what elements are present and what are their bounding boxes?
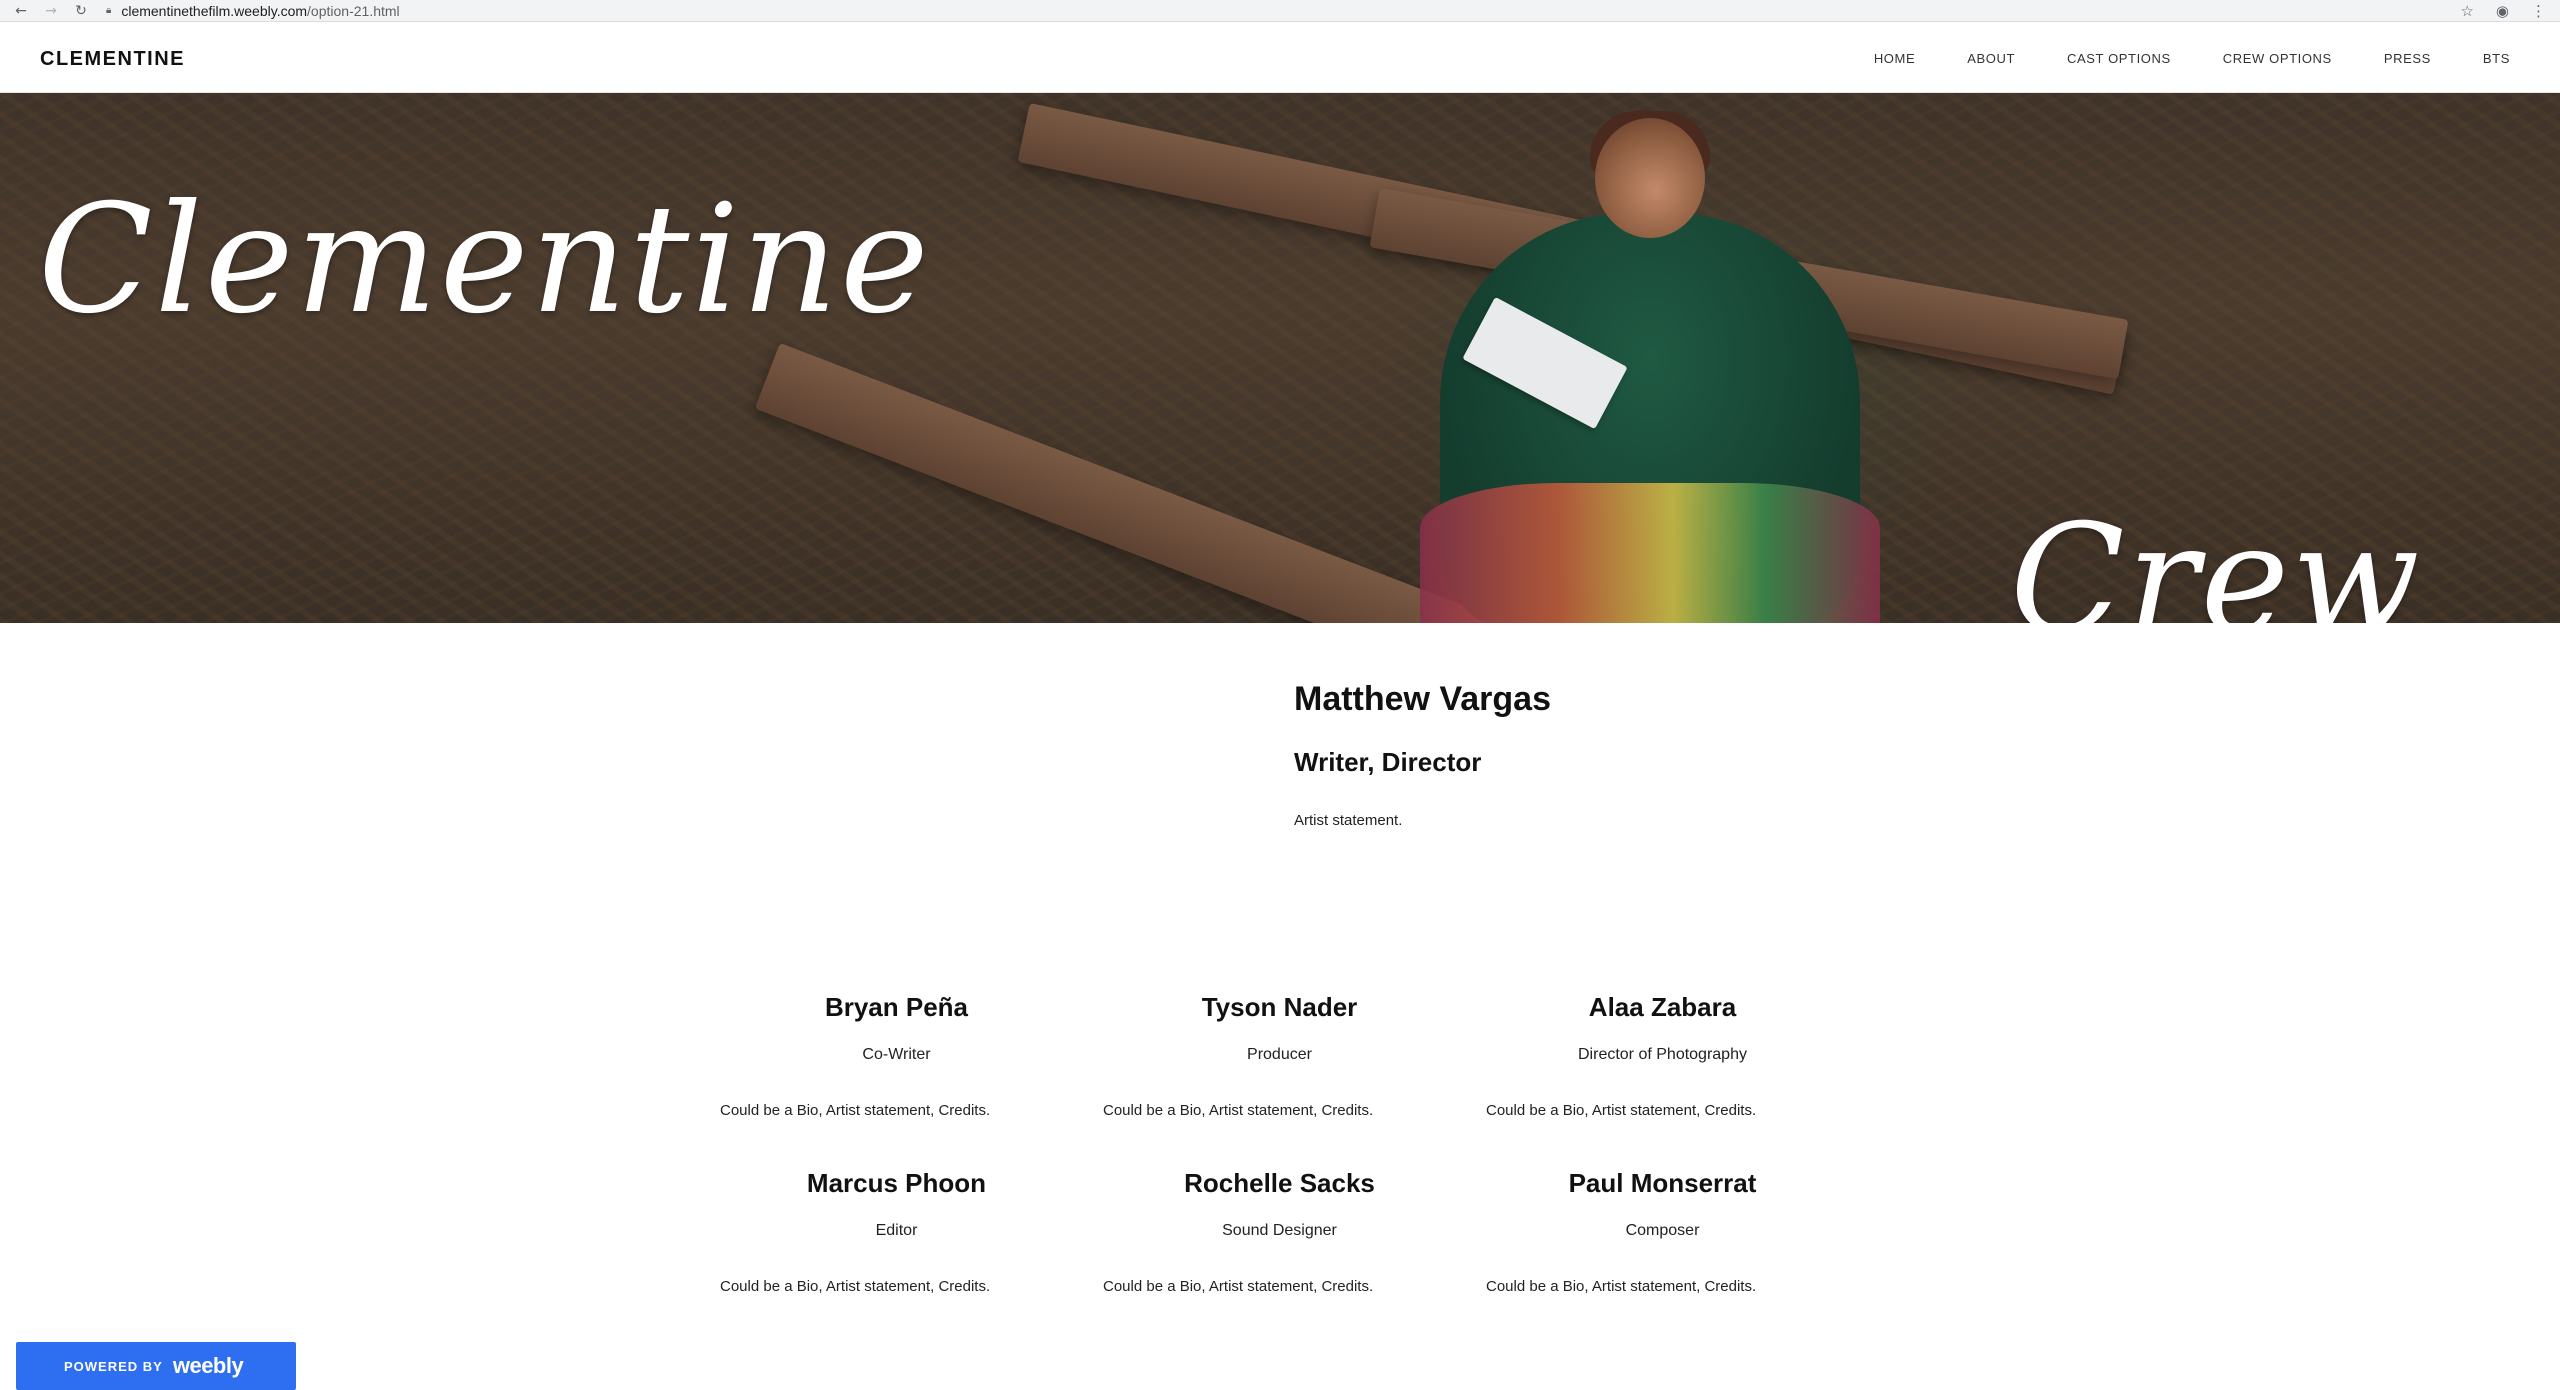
crew-name: Alaa Zabara <box>1588 992 1737 1022</box>
lock-icon: 🔒︎ <box>106 5 112 16</box>
featured-crew: Matthew Vargas Writer, Director Artist s… <box>1294 680 1894 829</box>
featured-name: Matthew Vargas <box>1294 680 1551 718</box>
tie-dye-skirt <box>1420 483 1880 623</box>
hero-banner: Clementine Crew <box>0 93 2560 623</box>
crew-card: Paul Monserrat Composer Could be a Bio, … <box>1471 1164 1854 1340</box>
crew-card: Tyson Nader Producer Could be a Bio, Art… <box>1088 988 1471 1164</box>
crew-name: Paul Monserrat <box>1568 1168 1757 1198</box>
crew-role: Sound Designer <box>1222 1222 1337 1239</box>
url-text[interactable]: clementinethefilm.weebly.com/option-21.h… <box>121 3 399 19</box>
nav-about[interactable]: ABOUT <box>1967 51 2015 66</box>
nav-crew-options[interactable]: CREW OPTIONS <box>2223 51 2332 66</box>
nav-press[interactable]: PRESS <box>2384 51 2431 66</box>
crew-bio: Could be a Bio, Artist statement, Credit… <box>720 1102 991 1119</box>
weebly-logo: weebly <box>172 1353 244 1378</box>
crew-bio: Could be a Bio, Artist statement, Credit… <box>720 1278 991 1295</box>
powered-by-weebly-badge[interactable]: POWERED BY weebly <box>16 1342 296 1390</box>
crew-card: Alaa Zabara Director of Photography Coul… <box>1471 988 1854 1164</box>
site-title[interactable]: CLEMENTINE <box>40 48 185 71</box>
star-icon[interactable]: ☆ <box>2460 2 2473 20</box>
site-nav: HOME ABOUT CAST OPTIONS CREW OPTIONS PRE… <box>1874 51 2510 66</box>
crew-role: Director of Photography <box>1578 1046 1747 1063</box>
hero-subtitle: Crew <box>2010 493 2422 623</box>
crew-name: Tyson Nader <box>1201 992 1358 1022</box>
site-header: CLEMENTINE HOME ABOUT CAST OPTIONS CREW … <box>0 22 2560 93</box>
crew-name: Rochelle Sacks <box>1184 1168 1375 1198</box>
crew-grid: Bryan Peña Co-Writer Could be a Bio, Art… <box>705 988 2085 1340</box>
crew-card: Marcus Phoon Editor Could be a Bio, Arti… <box>705 1164 1088 1340</box>
menu-dots-icon[interactable]: ⋮ <box>2531 2 2546 20</box>
crew-bio: Could be a Bio, Artist statement, Credit… <box>1103 1102 1374 1119</box>
crew-role: Composer <box>1625 1222 1700 1239</box>
crew-role: Producer <box>1247 1046 1312 1063</box>
back-arrow-icon[interactable]: ← <box>10 0 32 22</box>
reload-icon[interactable]: ↻ <box>70 0 92 22</box>
browser-actions: ☆ ◉ ⋮ <box>2460 2 2560 20</box>
crew-card: Rochelle Sacks Sound Designer Could be a… <box>1088 1164 1471 1340</box>
crew-name: Marcus Phoon <box>806 1168 987 1198</box>
forward-arrow-icon[interactable]: → <box>40 0 62 22</box>
nav-bts[interactable]: BTS <box>2483 51 2510 66</box>
address-bar[interactable]: 🔒︎ clementinethefilm.weebly.com/option-2… <box>106 2 400 20</box>
crew-card: Bryan Peña Co-Writer Could be a Bio, Art… <box>705 988 1088 1164</box>
nav-home[interactable]: HOME <box>1874 51 1915 66</box>
crew-name: Bryan Peña <box>824 992 969 1022</box>
featured-role: Writer, Director <box>1294 747 1482 777</box>
featured-statement: Artist statement. <box>1294 812 1403 829</box>
nav-cast-options[interactable]: CAST OPTIONS <box>2067 51 2171 66</box>
crew-role: Editor <box>875 1222 918 1239</box>
hero-title: Clementine <box>38 173 931 347</box>
browser-toolbar: ← → ↻ 🔒︎ clementinethefilm.weebly.com/op… <box>0 0 2560 22</box>
crew-bio: Could be a Bio, Artist statement, Credit… <box>1486 1102 1757 1119</box>
account-icon[interactable]: ◉ <box>2496 2 2509 20</box>
url-host: clementinethefilm.weebly.com <box>121 2 308 19</box>
url-path: /option-21.html <box>307 2 400 19</box>
powered-by-label: POWERED BY <box>64 1358 163 1374</box>
crew-role: Co-Writer <box>862 1046 931 1063</box>
crew-bio: Could be a Bio, Artist statement, Credit… <box>1486 1278 1757 1295</box>
crew-bio: Could be a Bio, Artist statement, Credit… <box>1103 1278 1374 1295</box>
head-shape <box>1595 118 1705 238</box>
